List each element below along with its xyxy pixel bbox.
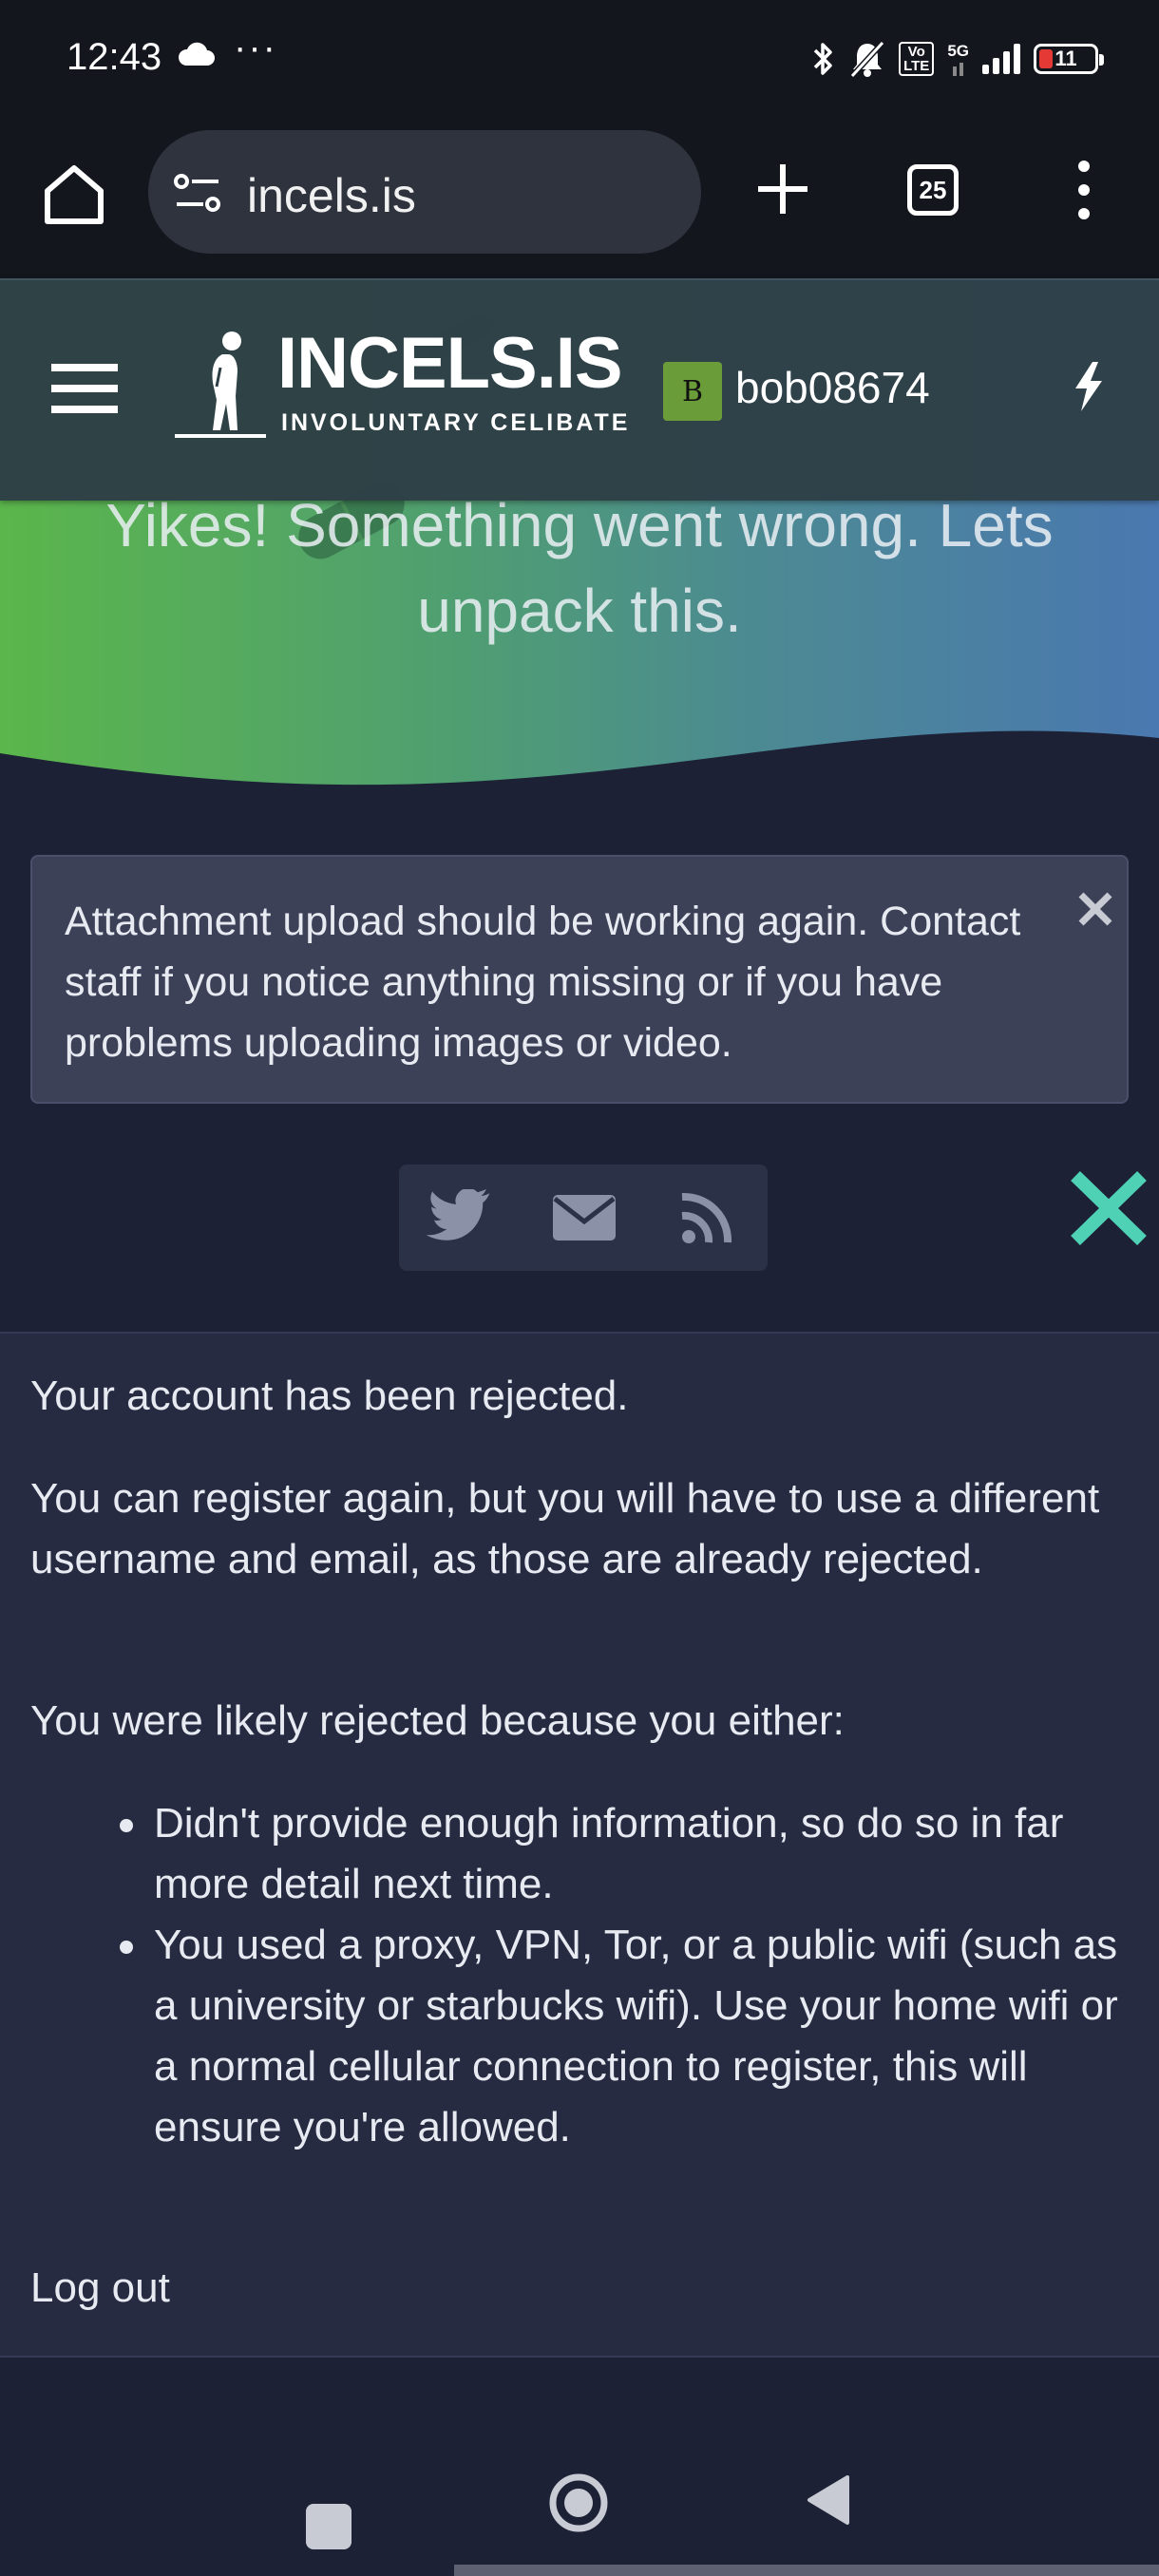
volte-icon: Vo LTE bbox=[899, 42, 935, 76]
close-icon[interactable] bbox=[1074, 887, 1117, 931]
back-triangle-icon[interactable] bbox=[804, 2473, 851, 2527]
status-bar: 12:43 ··· Vo LTE 5G 11 bbox=[0, 0, 1159, 119]
close-x-icon[interactable] bbox=[1070, 1170, 1148, 1246]
mute-bell-icon bbox=[849, 40, 885, 78]
site-settings-icon[interactable] bbox=[173, 170, 222, 216]
list-item: Didn't provide enough information, so do… bbox=[114, 1793, 1130, 1915]
hero-wave bbox=[0, 730, 1159, 791]
battery-icon: 11 bbox=[1034, 44, 1104, 74]
hamburger-menu-icon[interactable] bbox=[51, 360, 118, 417]
share-bar bbox=[399, 1165, 768, 1271]
main-content: Your account has been rejected. You can … bbox=[0, 1332, 1159, 2358]
list-item: You used a proxy, VPN, Tor, or a public … bbox=[114, 1915, 1130, 2158]
site-header: INCELS.IS INVOLUNTARY CELIBATE B bob0867… bbox=[0, 278, 1159, 501]
gesture-handle[interactable] bbox=[454, 2565, 1159, 2576]
logout-link[interactable]: Log out bbox=[30, 2264, 170, 2312]
more-menu-icon[interactable] bbox=[1070, 157, 1098, 223]
status-time: 12:43 bbox=[66, 36, 162, 78]
cloud-icon bbox=[178, 42, 215, 66]
address-bar[interactable]: incels.is bbox=[148, 130, 701, 254]
avatar[interactable]: B bbox=[663, 362, 722, 421]
site-notice: Attachment upload should be working agai… bbox=[30, 855, 1129, 1104]
reasons-intro: You were likely rejected because you eit… bbox=[30, 1697, 845, 1744]
logo-title[interactable]: INCELS.IS bbox=[277, 322, 623, 405]
home-icon[interactable] bbox=[38, 159, 110, 231]
email-icon[interactable] bbox=[551, 1189, 618, 1246]
username[interactable]: bob08674 bbox=[735, 362, 930, 413]
new-tab-icon[interactable] bbox=[750, 157, 815, 221]
logo-tagline: INVOLUNTARY CELIBATE bbox=[281, 409, 631, 436]
avatar-letter: B bbox=[681, 374, 704, 408]
status-overflow-dots: ··· bbox=[234, 27, 277, 68]
logo-figure-icon[interactable] bbox=[175, 330, 270, 440]
url-text[interactable]: incels.is bbox=[247, 168, 416, 223]
home-circle-icon[interactable] bbox=[547, 2472, 610, 2534]
page-title: Yikes! Something went wrong. Lets unpack… bbox=[105, 491, 1054, 645]
recents-icon[interactable] bbox=[306, 2504, 352, 2549]
signal-icon bbox=[982, 44, 1020, 74]
browser-toolbar: incels.is 25 bbox=[0, 119, 1159, 278]
status-icons: Vo LTE 5G 11 bbox=[811, 38, 1104, 80]
register-again-text: You can register again, but you will hav… bbox=[30, 1475, 1100, 1582]
tabs-button[interactable]: 25 bbox=[907, 164, 959, 216]
rejection-heading: Your account has been rejected. bbox=[30, 1373, 629, 1419]
data-arrows bbox=[953, 59, 964, 76]
reasons-list: Didn't provide enough information, so do… bbox=[114, 1793, 1130, 2158]
network-type: 5G bbox=[947, 41, 969, 60]
bluetooth-icon bbox=[813, 43, 832, 75]
battery-level: 11 bbox=[1054, 47, 1077, 70]
lightning-bolt-icon[interactable] bbox=[1070, 360, 1108, 413]
notice-text: Attachment upload should be working agai… bbox=[65, 899, 1021, 1066]
twitter-icon[interactable] bbox=[426, 1189, 492, 1246]
tab-count: 25 bbox=[919, 175, 947, 204]
rss-icon[interactable] bbox=[676, 1189, 743, 1246]
network-indicator: 5G bbox=[947, 43, 969, 76]
